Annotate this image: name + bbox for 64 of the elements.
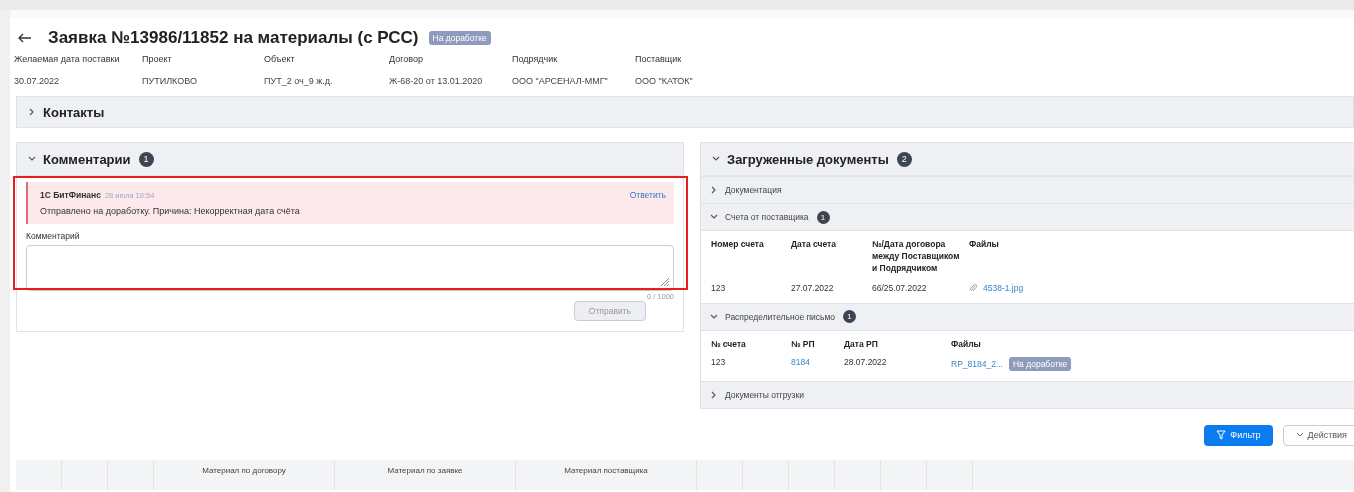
section-header[interactable]: Счета от поставщика 1 [701, 203, 1354, 230]
column-header: Дата РП [844, 338, 879, 351]
back-arrow-icon[interactable] [18, 33, 32, 43]
column-header: Дата счета [791, 239, 837, 251]
status-badge: На доработке [428, 31, 491, 45]
column-header: Материал по договору [154, 459, 335, 490]
chevron-icon[interactable] [712, 156, 720, 162]
paperclip-icon [969, 282, 977, 293]
section-header[interactable]: Документы отгрузки [701, 380, 1354, 408]
table-cell-text: 66/25.07.2022 [872, 282, 928, 293]
file-link[interactable]: RP_8184_2... [951, 358, 1003, 369]
chevron-icon[interactable] [28, 156, 36, 162]
comment-field[interactable] [26, 245, 674, 291]
column-header: Файлы [969, 239, 1000, 251]
section-header[interactable]: Документация [701, 176, 1354, 203]
column-header: Номер счета [711, 239, 765, 251]
field-value: ПУТ_2 оч_9 ж.д. [264, 76, 334, 86]
count-badge: 1 [816, 210, 830, 224]
comment-author: 1С БитФинанс [40, 190, 101, 200]
field-value: ПУТИЛКОВО [142, 76, 198, 86]
field-label: Комментарий [26, 231, 81, 241]
table-cell-text: 27.07.2022 [791, 282, 835, 293]
file-link[interactable]: 4538-1.jpg [983, 282, 1024, 293]
field-label: Желаемая дата поставки [14, 54, 121, 64]
field-label: Проект [142, 54, 173, 64]
count-badge: 1 [843, 310, 857, 324]
count-badge: 2 [896, 151, 912, 167]
filter-button[interactable]: Фильтр [1204, 424, 1273, 446]
reply-link[interactable]: Ответить [629, 190, 666, 200]
field-value: ООО "КАТОК" [635, 76, 693, 86]
filter-icon [1216, 430, 1227, 441]
panel-title: Загруженные документы [727, 151, 889, 167]
page-title: Заявка №13986/11852 на материалы (с РСС) [48, 28, 419, 48]
section-title: Документация [725, 185, 782, 195]
field-label: Объект [264, 54, 296, 64]
field-value: ООО "АРСЕНАЛ-ММГ" [512, 76, 609, 86]
column-header: № счета [711, 338, 747, 351]
caret-icon [1295, 432, 1304, 439]
section-title: Документы отгрузки [725, 389, 804, 400]
count-badge: 1 [138, 151, 154, 167]
section-title: Счета от поставщика [725, 212, 809, 222]
field-label: Поставщик [635, 54, 683, 64]
field-label: Подрядчик [512, 54, 559, 64]
panel-title: Контакты [43, 104, 105, 120]
column-header: Файлы [951, 338, 982, 351]
field-value: Ж-68-20 от 13.01.2020 [389, 76, 484, 86]
resize-grip-icon[interactable] [660, 277, 670, 287]
actions-dropdown[interactable]: Действия [1282, 424, 1354, 446]
panel-title: Комментарии [43, 151, 131, 167]
status-badge: На доработке [1009, 356, 1072, 371]
comment-text: Отправлено на доработку. Причина: Некорректная дата счёта [40, 206, 301, 216]
column-header: № РП [791, 338, 816, 351]
column-header: №/Дата договора между Поставщиком и Подрядчиком [872, 239, 960, 275]
column-header: Материал поставщика [516, 459, 697, 490]
contacts-panel[interactable]: Контакты [16, 96, 1354, 128]
table-cell-text: 123 [711, 282, 727, 293]
table-cell-text: 123 [711, 356, 727, 369]
field-value: 30.07.2022 [14, 76, 61, 86]
column-header: Материал по заявке [335, 459, 516, 490]
field-label: Договор [389, 54, 424, 64]
section-title: Распределительное письмо [725, 311, 836, 322]
rp-link[interactable]: 8184 [791, 356, 844, 371]
section-header[interactable]: Распределительное письмо 1 [701, 302, 1354, 330]
table-cell-text: 28.07.2022 [844, 356, 888, 369]
